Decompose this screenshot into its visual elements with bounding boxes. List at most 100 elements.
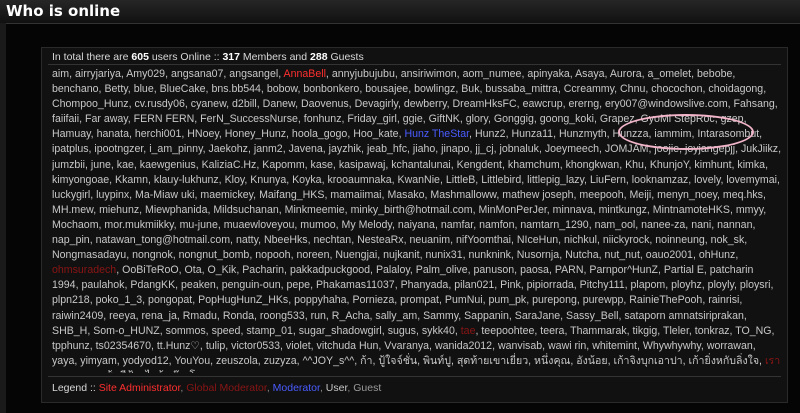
online-user-link[interactable]: ery007@windowslive.com <box>605 98 728 110</box>
online-user-link[interactable]: hoola_gogo <box>292 128 347 140</box>
online-user-link[interactable]: mamaiimai <box>330 189 381 201</box>
online-user-link[interactable]: tulip <box>206 340 225 352</box>
online-user-link[interactable]: ployhz <box>671 279 702 291</box>
online-user-link[interactable]: d2bill <box>232 98 257 110</box>
online-user-link[interactable]: fonhunz <box>304 113 342 125</box>
online-user-link[interactable]: nanee-za <box>641 219 685 231</box>
online-user-link[interactable]: Whywhywhy <box>643 340 701 352</box>
online-user-link[interactable]: KwanNie <box>398 174 440 186</box>
online-user-link[interactable]: klauy-lukhunz <box>154 174 219 186</box>
online-user-link[interactable]: Javena <box>289 143 323 155</box>
online-user-link[interactable]: Knunya <box>250 174 286 186</box>
online-user-link[interactable]: purepong <box>532 294 577 306</box>
online-user-link[interactable]: jeab_hfc <box>367 143 407 155</box>
online-user-link[interactable]: nut_nut <box>605 249 640 261</box>
online-user-link[interactable]: Sappanin <box>464 310 509 322</box>
online-user-link[interactable]: Phakamas11037 <box>316 279 395 291</box>
online-user-link[interactable]: AnnaBell <box>284 68 326 80</box>
online-user-link[interactable]: Friday_girl <box>347 113 396 125</box>
online-user-link[interactable]: BlueCake <box>160 83 206 95</box>
online-user-link[interactable]: janm2 <box>254 143 283 155</box>
online-user-link[interactable]: Asaya <box>575 68 604 80</box>
online-user-link[interactable]: Daovenus <box>301 98 349 110</box>
online-user-link[interactable]: glory <box>466 113 488 125</box>
online-user-link[interactable]: Nusornja <box>517 249 559 261</box>
online-user-link[interactable]: เก้ายิ่งหกับลิ่งใจ <box>689 355 760 367</box>
online-user-link[interactable]: Partial E <box>664 264 704 276</box>
online-user-link[interactable]: Joeymeech <box>545 143 599 155</box>
online-user-link[interactable]: sally_am <box>375 310 417 322</box>
online-user-link[interactable]: PdangKK <box>130 279 175 291</box>
online-user-link[interactable]: Koyka <box>292 174 321 186</box>
online-user-link[interactable]: sugus <box>388 325 416 337</box>
online-user-link[interactable]: ererng <box>569 98 600 110</box>
online-user-link[interactable]: pipiorrada <box>527 279 574 291</box>
online-user-link[interactable]: pongopat <box>148 294 192 306</box>
online-user-link[interactable]: sataporn amnatsiriprakan <box>624 310 744 322</box>
online-user-link[interactable]: luypinx <box>96 189 129 201</box>
online-user-link[interactable]: Sammy <box>423 310 458 322</box>
online-user-link[interactable]: Rmadu <box>183 310 217 322</box>
online-user-link[interactable]: aim <box>52 68 69 80</box>
online-user-link[interactable]: poppyhaha <box>294 294 346 306</box>
online-user-link[interactable]: bonbonkero <box>303 83 359 95</box>
online-user-link[interactable]: roong533 <box>260 310 305 322</box>
online-user-link[interactable]: KhunjoY <box>650 159 689 171</box>
online-user-link[interactable]: a_omelet <box>648 68 692 80</box>
online-user-link[interactable]: minnava <box>553 204 593 216</box>
online-user-link[interactable]: Devagirly <box>355 98 398 110</box>
online-user-link[interactable]: herchi001 <box>135 128 182 140</box>
online-user-link[interactable]: Maifang_HKS <box>259 189 324 201</box>
online-user-link[interactable]: ^^JOY_s^^ <box>303 355 355 367</box>
online-user-link[interactable]: Parnpor^HunZ <box>589 264 658 276</box>
online-user-link[interactable]: noreen <box>296 249 329 261</box>
online-user-link[interactable]: bowlingz <box>414 83 455 95</box>
online-user-link[interactable]: poko_1_3 <box>96 294 143 306</box>
online-user-link[interactable]: Ronda <box>223 310 254 322</box>
online-user-link[interactable]: yaya <box>52 355 74 367</box>
online-user-link[interactable]: oauo2001 <box>646 249 693 261</box>
online-user-link[interactable]: Jaekohz <box>208 143 247 155</box>
online-user-link[interactable]: อังน้อย <box>576 355 607 367</box>
online-user-link[interactable]: joyjangepjj <box>685 143 735 155</box>
online-user-link[interactable]: lovely <box>694 174 720 186</box>
online-user-link[interactable]: iammim <box>654 128 691 140</box>
online-user-link[interactable]: jinapo <box>441 143 469 155</box>
online-user-link[interactable]: Som-o_HUNZ <box>93 325 160 337</box>
online-user-link[interactable]: noinneung <box>655 234 705 246</box>
online-user-link[interactable]: Meiji <box>629 189 651 201</box>
online-user-link[interactable]: DreamHksFC <box>453 98 517 110</box>
online-user-link[interactable]: naiyana <box>398 219 435 231</box>
online-user-link[interactable]: kae <box>117 159 134 171</box>
online-user-link[interactable]: kase <box>311 159 333 171</box>
online-user-link[interactable]: Littlebird <box>481 174 521 186</box>
online-user-link[interactable]: Sassy_Bell <box>566 310 618 322</box>
online-user-link[interactable]: faiifaii <box>52 113 79 125</box>
online-user-link[interactable]: nunknink <box>468 249 510 261</box>
online-user-link[interactable]: rainrisi <box>708 294 739 306</box>
online-user-link[interactable]: Kloy <box>225 174 245 186</box>
online-user-link[interactable]: bussaba_mittra <box>485 83 557 95</box>
online-user-link[interactable]: GiftNK <box>429 113 460 125</box>
online-user-link[interactable]: victor0533 <box>231 340 280 352</box>
online-user-link[interactable]: เส้นสีฟ้า <box>102 370 139 373</box>
online-user-link[interactable]: vitchuda Hun <box>317 340 379 352</box>
online-user-link[interactable]: plpn218 <box>52 294 90 306</box>
online-user-link[interactable]: ปู้ใจจ์ชั่น <box>378 355 417 367</box>
online-user-link[interactable]: jobnaluk <box>499 143 538 155</box>
online-user-link[interactable]: LiuFern <box>590 174 626 186</box>
online-user-link[interactable]: i_am_pinny <box>149 143 202 155</box>
online-user-link[interactable]: hanata <box>97 128 129 140</box>
online-user-link[interactable]: khongkwan <box>566 159 620 171</box>
online-user-link[interactable]: littlepig_lazy <box>527 174 584 186</box>
online-user-link[interactable]: Hunz2 <box>475 128 506 140</box>
online-user-link[interactable]: raiwin2409 <box>52 310 103 322</box>
online-user-link[interactable]: O_Kik <box>207 264 236 276</box>
online-user-link[interactable]: ipatplus <box>52 143 89 155</box>
online-user-link[interactable]: prompat <box>400 294 439 306</box>
online-user-link[interactable]: teera <box>540 325 564 337</box>
legend-global-moderator[interactable]: Global Moderator <box>186 382 267 394</box>
online-user-link[interactable]: สุดท้ายเขาเยี่ยว <box>457 355 528 367</box>
online-user-link[interactable]: Pornieza <box>352 294 394 306</box>
online-user-link[interactable]: goong_koki <box>540 113 594 125</box>
